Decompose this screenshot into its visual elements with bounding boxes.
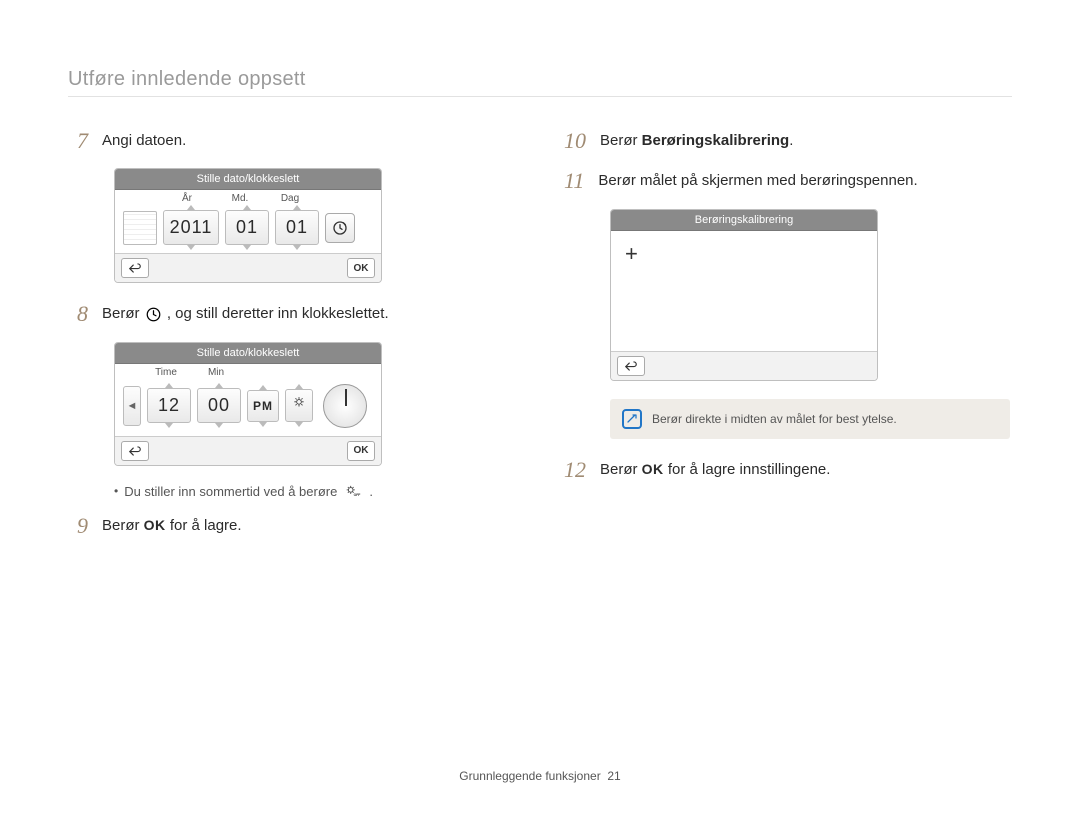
- dst-note: • Du stiller inn sommertid ved å berøre …: [114, 484, 516, 499]
- date-device-screenshot: Stille dato/klokkeslett År Md. Dag 2011 …: [114, 168, 382, 283]
- info-callout: Berør direkte i midten av målet for best…: [610, 399, 1010, 439]
- hour-flip[interactable]: 12: [147, 388, 191, 423]
- label-day: Dag: [265, 193, 315, 204]
- back-icon: [128, 263, 142, 273]
- back-icon: [624, 361, 638, 371]
- label-month: Md.: [215, 193, 265, 204]
- clock-icon: [332, 220, 348, 236]
- step-number: 10: [564, 128, 586, 154]
- month-flip[interactable]: 01: [225, 210, 269, 245]
- ok-button[interactable]: OK: [347, 258, 375, 278]
- sun-off-icon: [292, 397, 306, 414]
- step-text-before: Berør: [600, 132, 642, 149]
- content-columns: 7 Angi datoen. Stille dato/klokkeslett Å…: [68, 128, 1012, 553]
- device-footer: OK: [115, 436, 381, 465]
- step-text: Berør , og still deretter inn klokkeslet…: [102, 301, 389, 325]
- back-button[interactable]: [617, 356, 645, 376]
- step-number: 12: [564, 457, 586, 483]
- device-footer: OK: [115, 253, 381, 282]
- min-flip[interactable]: 00: [197, 388, 241, 423]
- step-10: 10 Berør Berøringskalibrering.: [564, 128, 1012, 154]
- back-button[interactable]: [121, 441, 149, 461]
- ok-label: OK: [354, 445, 369, 456]
- step-text-bold: Berøringskalibrering: [642, 132, 790, 149]
- step-12: 12 Berør OK for å lagre innstillingene.: [564, 457, 1012, 483]
- clock-mode-button[interactable]: [325, 213, 355, 243]
- step-text: Berør målet på skjermen med berøringspen…: [598, 168, 917, 192]
- step-number: 9: [68, 513, 88, 539]
- step-text-after: .: [789, 132, 793, 149]
- left-column: 7 Angi datoen. Stille dato/klokkeslett Å…: [68, 128, 516, 553]
- sun-off-icon: OFF: [345, 484, 361, 498]
- step-11: 11 Berør målet på skjermen med berørings…: [564, 168, 1012, 194]
- device-header: Stille dato/klokkeslett: [115, 343, 381, 364]
- prev-button[interactable]: ◄: [123, 386, 141, 426]
- page-number: 21: [607, 769, 620, 783]
- label-min: Min: [191, 367, 241, 378]
- ok-inline-label: OK: [642, 461, 664, 477]
- step-8: 8 Berør , og still deretter inn klokkesl…: [68, 301, 516, 327]
- day-value: 01: [286, 217, 308, 237]
- bullet-icon: •: [114, 484, 118, 498]
- calibration-device-screenshot: Berøringskalibrering +: [610, 209, 878, 381]
- step-text-after: for å lagre.: [170, 517, 242, 534]
- note-text-before: Du stiller inn sommertid ved å berøre: [124, 484, 337, 499]
- ok-inline-label: OK: [144, 517, 166, 533]
- label-time: Time: [141, 367, 191, 378]
- year-value: 2011: [170, 217, 213, 237]
- step-text-after: for å lagre innstillingene.: [668, 461, 831, 478]
- calendar-icon: [123, 211, 157, 245]
- ok-button[interactable]: OK: [347, 441, 375, 461]
- step-text-before: Berør: [102, 517, 144, 534]
- step-text: Berør OK for å lagre innstillingene.: [600, 457, 830, 481]
- month-value: 01: [236, 217, 258, 237]
- step-text: Berør OK for å lagre.: [102, 513, 242, 537]
- step-text-before: Berør: [600, 461, 642, 478]
- step-text: Berør Berøringskalibrering.: [600, 128, 793, 152]
- footer-section-label: Grunnleggende funksjoner: [459, 769, 600, 783]
- page-footer: Grunnleggende funksjoner 21: [0, 769, 1080, 783]
- step-number: 11: [564, 168, 584, 194]
- crosshair-target-icon[interactable]: +: [625, 243, 638, 265]
- device-body: ◄ 12 00 PM: [115, 378, 381, 436]
- device-header: Berøringskalibrering: [611, 210, 877, 231]
- year-flip[interactable]: 2011: [163, 210, 219, 245]
- dst-flip[interactable]: [285, 389, 313, 422]
- ok-label: OK: [354, 263, 369, 274]
- device-header: Stille dato/klokkeslett: [115, 169, 381, 190]
- hour-value: 12: [158, 395, 180, 415]
- back-button[interactable]: [121, 258, 149, 278]
- note-text-after: .: [369, 484, 373, 499]
- title-rule: [68, 96, 1012, 97]
- step-text-after: , og still deretter inn klokkeslettet.: [167, 305, 389, 322]
- device-footer: [611, 351, 877, 380]
- day-flip[interactable]: 01: [275, 210, 319, 245]
- step-text-before: Berør: [102, 305, 144, 322]
- step-text: Angi datoen.: [102, 128, 186, 152]
- ampm-value: PM: [253, 399, 273, 413]
- page-title: Utføre innledende oppsett: [68, 68, 306, 91]
- device-body: 2011 01 01: [115, 204, 381, 253]
- min-value: 00: [208, 395, 230, 415]
- info-text: Berør direkte i midten av målet for best…: [652, 412, 897, 426]
- step-7: 7 Angi datoen.: [68, 128, 516, 154]
- ampm-flip[interactable]: PM: [247, 390, 279, 422]
- back-icon: [128, 446, 142, 456]
- time-device-screenshot: Stille dato/klokkeslett Time Min ◄ 12 00…: [114, 342, 382, 466]
- step-number: 7: [68, 128, 88, 154]
- svg-text:OFF: OFF: [354, 493, 361, 497]
- label-year: År: [159, 193, 215, 204]
- device-subheader: År Md. Dag: [115, 190, 381, 204]
- note-icon: [622, 409, 642, 429]
- analog-clock-icon: [323, 384, 367, 428]
- device-body: +: [611, 231, 877, 351]
- right-column: 10 Berør Berøringskalibrering. 11 Berør …: [564, 128, 1012, 553]
- clock-icon: [146, 307, 161, 322]
- device-subheader: Time Min: [115, 364, 381, 378]
- step-9: 9 Berør OK for å lagre.: [68, 513, 516, 539]
- step-number: 8: [68, 301, 88, 327]
